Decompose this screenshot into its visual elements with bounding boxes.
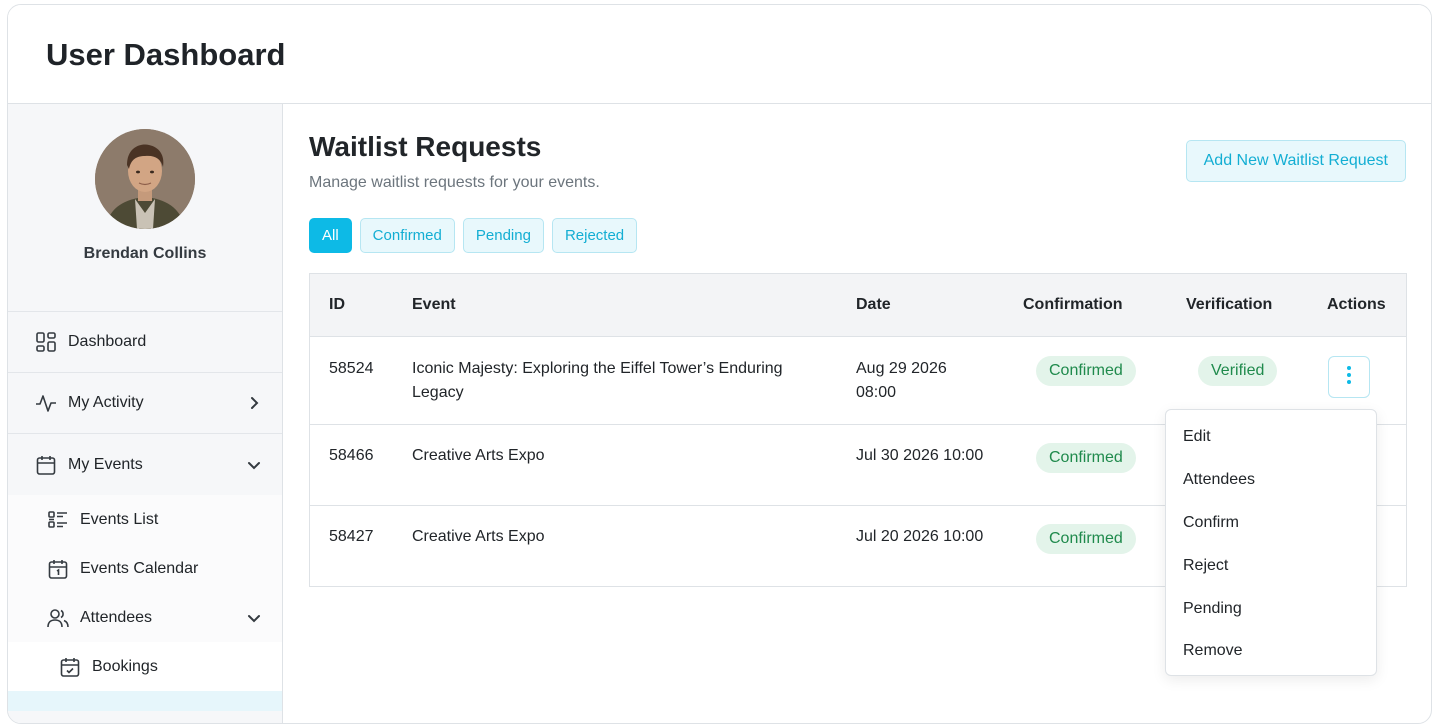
cell-event: Creative Arts Expo <box>412 447 545 464</box>
column-header-verification[interactable]: Verification <box>1186 296 1272 314</box>
calendar-icon <box>46 557 70 581</box>
date-line: Aug 29 2026 <box>856 360 947 377</box>
sidebar-item-label: My Activity <box>68 394 144 411</box>
list-icon <box>46 508 70 532</box>
add-waitlist-request-button[interactable]: Add New Waitlist Request <box>1185 140 1406 182</box>
cell-date: Jul 30 2026 10:00 <box>856 447 984 464</box>
sidebar-item-attendees[interactable]: Attendees <box>8 593 282 642</box>
menu-item-reject[interactable]: Reject <box>1166 544 1376 587</box>
profile-card: Brendan Collins <box>8 104 282 312</box>
filter-pending[interactable]: Pending <box>462 218 544 253</box>
cell-event: Iconic Majesty: Exploring the Eiffel Tow… <box>412 357 783 405</box>
sidebar-item-label: Dashboard <box>68 333 147 350</box>
row-actions-button[interactable] <box>1328 356 1370 398</box>
profile-name: Brendan Collins <box>83 245 207 262</box>
app-window: User Dashboard Brendan Collins Dashboard… <box>7 4 1432 724</box>
sidebar-item-label: My Events <box>68 455 143 473</box>
sidebar-item-events-list[interactable]: Events List <box>8 495 282 544</box>
column-header-date[interactable]: Date <box>856 296 891 314</box>
cell-date: Aug 29 2026 08:00 <box>856 357 947 405</box>
activity-icon <box>34 391 58 415</box>
cell-id: 58427 <box>329 528 374 545</box>
date-line: 08:00 <box>856 384 897 401</box>
cell-date: Jul 20 2026 10:00 <box>856 528 984 545</box>
cell-id: 58524 <box>329 360 374 377</box>
sidebar-item-my-events[interactable]: My Events <box>8 434 282 495</box>
chevron-down-icon <box>246 610 262 626</box>
sidebar-item-label: Bookings <box>92 657 158 675</box>
menu-item-remove[interactable]: Remove <box>1166 630 1376 673</box>
sidebar-item-bookings[interactable]: Bookings <box>8 642 282 691</box>
row-actions-menu: Edit Attendees Confirm Reject Pending Re… <box>1165 409 1377 676</box>
verification-badge: Verified <box>1198 356 1278 386</box>
cell-id: 58466 <box>329 447 374 464</box>
sidebar-item-dashboard[interactable]: Dashboard <box>8 312 282 373</box>
top-bar: User Dashboard <box>8 5 1431 104</box>
sidebar-item-events-calendar[interactable]: Events Calendar <box>8 544 282 593</box>
dashboard-icon <box>34 330 58 354</box>
app-title: User Dashboard <box>46 37 286 72</box>
menu-item-confirm[interactable]: Confirm <box>1166 502 1376 545</box>
filter-confirmed[interactable]: Confirmed <box>359 218 455 253</box>
filter-rejected[interactable]: Rejected <box>551 218 638 253</box>
users-icon <box>46 606 70 630</box>
my-events-submenu: Events List Events Calendar Attendees Bo… <box>8 495 282 711</box>
sidebar-item-my-activity[interactable]: My Activity <box>8 373 282 434</box>
sidebar-item-label: Events Calendar <box>80 559 199 577</box>
avatar[interactable] <box>95 129 195 229</box>
column-header-id[interactable]: ID <box>329 296 345 314</box>
column-header-actions: Actions <box>1327 296 1386 313</box>
event-line: Iconic Majesty: Exploring the Eiffel Tow… <box>412 360 783 377</box>
confirmation-badge: Confirmed <box>1036 356 1136 386</box>
sidebar-item-label: Events List <box>80 510 159 528</box>
main-content: Waitlist Requests Manage waitlist reques… <box>284 104 1431 723</box>
kebab-menu-icon <box>1346 365 1352 390</box>
table-header: ID Event Date Confirmation Verification … <box>310 274 1406 337</box>
confirmation-badge: Confirmed <box>1036 524 1136 554</box>
sidebar-item-label: Attendees <box>80 608 153 626</box>
chevron-down-icon <box>246 457 262 473</box>
attendees-submenu: Bookings <box>8 642 282 691</box>
event-line: Legacy <box>412 384 464 401</box>
status-filters: All Confirmed Pending Rejected <box>309 218 638 253</box>
filter-all[interactable]: All <box>309 218 352 253</box>
menu-item-attendees[interactable]: Attendees <box>1166 459 1376 502</box>
page-title: Waitlist Requests <box>309 131 542 162</box>
page-subtitle: Manage waitlist requests for your events… <box>309 174 600 191</box>
menu-item-edit[interactable]: Edit <box>1166 416 1376 459</box>
sidebar-item-next[interactable] <box>8 691 282 711</box>
sidebar: Brendan Collins Dashboard My Activity My… <box>8 104 283 723</box>
chevron-right-icon <box>246 395 262 411</box>
calendar-icon <box>34 453 58 477</box>
cell-event: Creative Arts Expo <box>412 528 545 545</box>
menu-item-pending[interactable]: Pending <box>1166 587 1376 630</box>
calendar-check-icon <box>58 655 82 679</box>
confirmation-badge: Confirmed <box>1036 443 1136 473</box>
column-header-confirmation[interactable]: Confirmation <box>1023 296 1123 314</box>
column-header-event[interactable]: Event <box>412 296 456 314</box>
